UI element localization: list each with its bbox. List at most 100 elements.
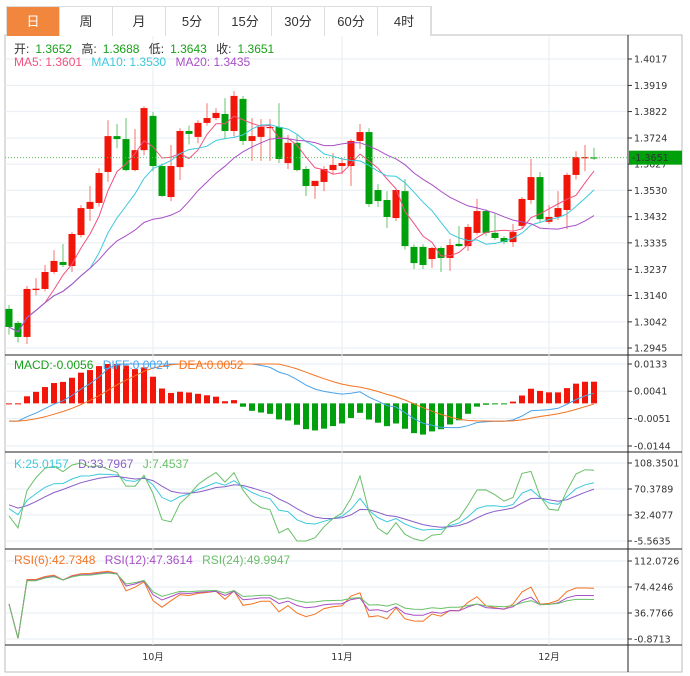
macd-bar-down bbox=[501, 403, 507, 405]
candle-up bbox=[23, 288, 31, 337]
candle-down bbox=[59, 262, 67, 265]
candle-down bbox=[491, 232, 499, 239]
candle-up bbox=[203, 118, 211, 123]
axis-tick-label: -5.5635 bbox=[634, 537, 671, 548]
last-price-label: -1.3651 bbox=[632, 153, 669, 164]
axis-tick-label: 74.4246 bbox=[634, 583, 673, 594]
candle-up bbox=[257, 126, 265, 137]
macd-bar-down bbox=[492, 403, 498, 405]
macd-bar-down bbox=[357, 403, 363, 413]
axis-tick-label: 1.3822 bbox=[634, 107, 667, 118]
axis-tick-label: 112.0726 bbox=[634, 557, 679, 568]
rsi-legend: RSI(6):42.7348 RSI(12):47.3614 RSI(24):4… bbox=[14, 553, 296, 567]
macd-bar-down bbox=[303, 403, 309, 430]
candle-up bbox=[284, 142, 292, 164]
macd-bar-down bbox=[447, 403, 453, 425]
macd-bar-up bbox=[204, 395, 210, 404]
candle-up bbox=[212, 112, 220, 119]
candle-down bbox=[419, 246, 427, 265]
macd-bar-up bbox=[510, 401, 516, 404]
tab-15min[interactable]: 15分 bbox=[219, 7, 272, 36]
tab-30min[interactable]: 30分 bbox=[272, 7, 325, 36]
candle-down bbox=[221, 113, 229, 131]
macd-bar-up bbox=[546, 392, 552, 404]
macd-bar-up bbox=[564, 388, 570, 404]
candle-up bbox=[527, 177, 535, 200]
macd-bar-down bbox=[267, 403, 273, 414]
candle-down bbox=[302, 168, 310, 186]
candle-down bbox=[14, 322, 22, 337]
j-value: J:7.4537 bbox=[142, 457, 189, 471]
macd-bar-up bbox=[555, 392, 561, 404]
macd-bar-up bbox=[186, 392, 192, 404]
candle-up bbox=[356, 132, 364, 141]
macd-bar-up bbox=[69, 377, 75, 404]
tab-month[interactable]: 月 bbox=[113, 7, 166, 36]
macd-bar-up bbox=[6, 403, 12, 405]
high-value: 1.3688 bbox=[102, 42, 140, 56]
axis-tick-label: 1.3237 bbox=[634, 265, 667, 276]
tab-day[interactable]: 日 bbox=[7, 7, 60, 36]
macd-bar-up bbox=[582, 381, 588, 404]
ma10-value: MA10: 1.3530 bbox=[91, 55, 167, 69]
rsi6-value: RSI(6):42.7348 bbox=[14, 553, 96, 567]
candle-down bbox=[113, 136, 121, 140]
high-label: 高: bbox=[81, 42, 97, 56]
diff-value: DIFF:0.0024 bbox=[102, 358, 170, 372]
candle-up bbox=[338, 163, 346, 167]
candle-up bbox=[266, 126, 274, 129]
candle-up bbox=[32, 288, 40, 291]
candle-up bbox=[554, 208, 562, 217]
open-label: 开: bbox=[14, 42, 30, 56]
axis-tick-label: 0.0041 bbox=[634, 387, 667, 398]
axis-tick-label: 1.3432 bbox=[634, 212, 667, 223]
candle-up bbox=[95, 173, 103, 203]
chart-frame bbox=[4, 34, 683, 673]
axis-tick-label: 0.0133 bbox=[634, 360, 667, 371]
d-value: D:33.7967 bbox=[78, 457, 134, 471]
rsi6-line bbox=[8, 570, 595, 639]
macd-bar-up bbox=[177, 391, 183, 404]
candle-up bbox=[41, 271, 49, 289]
macd-bar-up bbox=[15, 403, 21, 405]
candle-down bbox=[275, 126, 283, 160]
candle-up bbox=[572, 157, 580, 175]
axis-tick-label: -0.0144 bbox=[634, 442, 671, 453]
ma5-line bbox=[8, 115, 595, 333]
macd-bar-down bbox=[474, 403, 480, 407]
axis-tick-label: 1.3335 bbox=[634, 238, 667, 249]
macd-bar-down bbox=[330, 403, 336, 427]
macd-bar-up bbox=[33, 391, 39, 404]
macd-bar-down bbox=[384, 403, 390, 427]
macd-bar-up bbox=[222, 401, 228, 404]
axis-tick-label: 70.3789 bbox=[634, 485, 673, 496]
candle-up bbox=[248, 136, 256, 141]
macd-legend: MACD:-0.0056 DIFF:0.0024 DEA:0.0052 bbox=[14, 358, 249, 372]
axis-tick-label: 1.3042 bbox=[634, 317, 667, 328]
tab-60min[interactable]: 60分 bbox=[325, 7, 378, 36]
macd-bar-down bbox=[249, 403, 255, 411]
macd-bar-down bbox=[294, 403, 300, 425]
candle-up bbox=[347, 140, 355, 167]
kline-chart[interactable]: 1.40171.39191.38221.37241.36271.35301.34… bbox=[0, 0, 690, 676]
axis-tick-label: 1.3140 bbox=[634, 291, 667, 302]
rsi24-line bbox=[8, 572, 595, 639]
ma5-value: MA5: 1.3601 bbox=[14, 55, 83, 69]
axis-tick-label: 36.7766 bbox=[634, 609, 673, 620]
candle-down bbox=[293, 142, 301, 171]
macd-bar-down bbox=[348, 403, 354, 418]
tab-week[interactable]: 周 bbox=[60, 7, 113, 36]
candle-up bbox=[167, 166, 175, 198]
tab-5min[interactable]: 5分 bbox=[166, 7, 219, 36]
macd-bar-up bbox=[195, 393, 201, 404]
axis-tick-label: 108.3501 bbox=[634, 459, 679, 470]
macd-bar-up bbox=[51, 383, 57, 404]
axis-tick-label: -0.0051 bbox=[634, 414, 671, 425]
candle-down bbox=[5, 308, 13, 327]
candle-down bbox=[158, 166, 166, 196]
macd-bar-up bbox=[537, 390, 543, 404]
tab-4hour[interactable]: 4时 bbox=[378, 7, 431, 36]
candle-down bbox=[383, 199, 391, 217]
candle-down bbox=[185, 130, 193, 134]
macd-bar-up bbox=[24, 396, 30, 404]
